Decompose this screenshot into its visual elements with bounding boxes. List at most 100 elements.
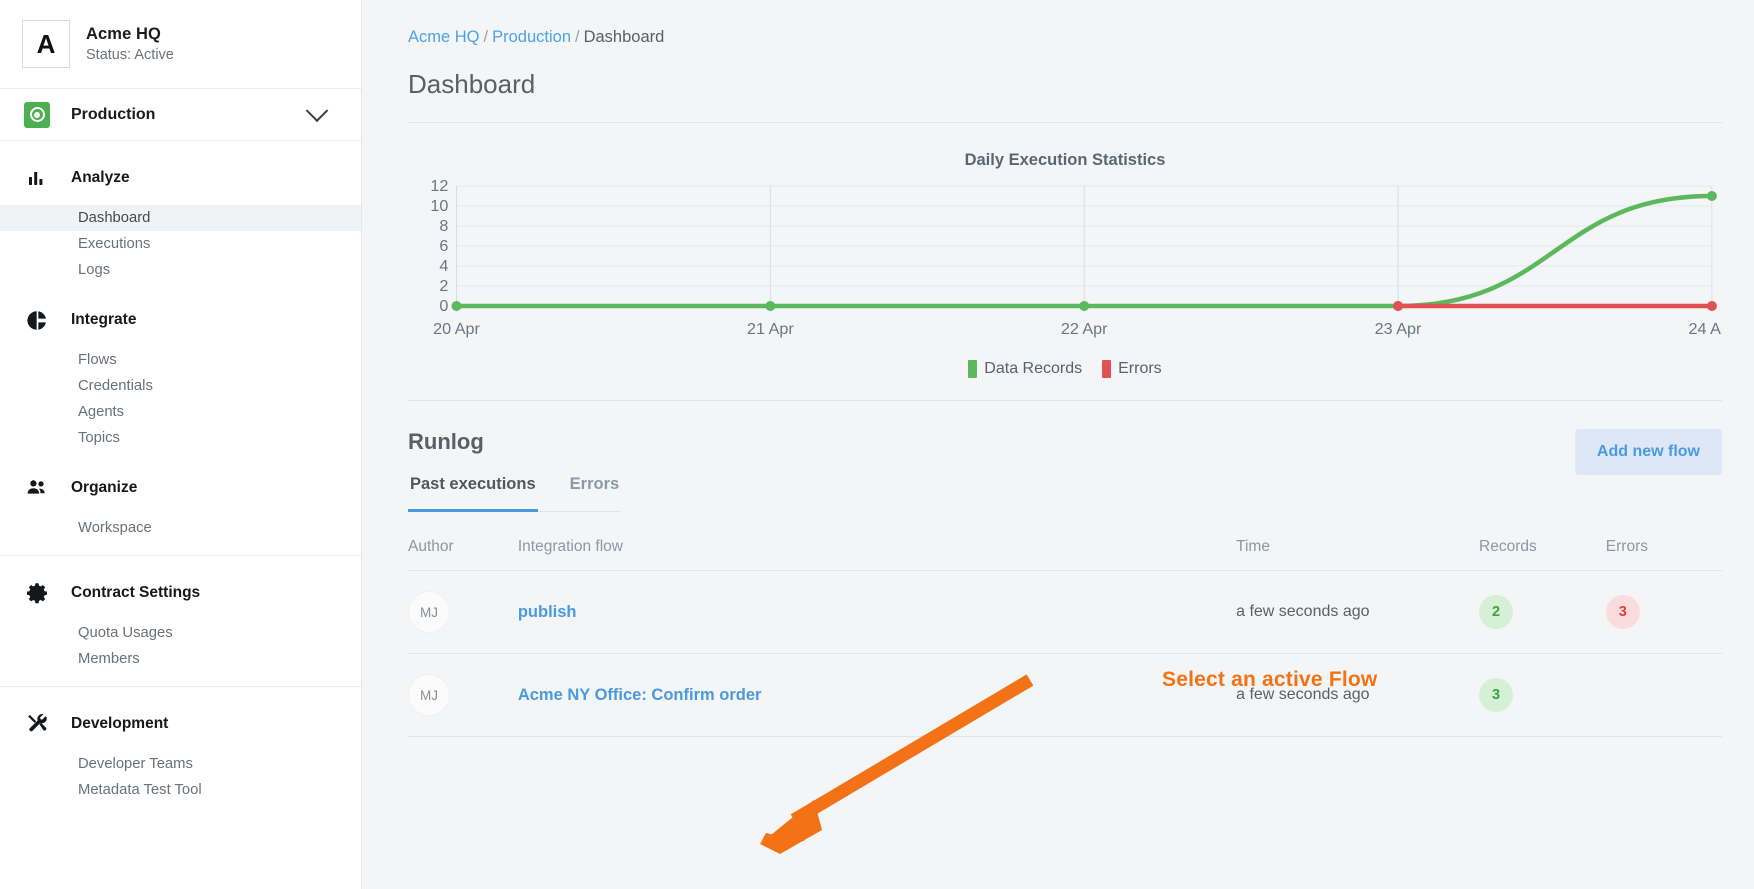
legend-item-data-records: Data Records bbox=[968, 360, 1082, 378]
chevron-down-icon[interactable] bbox=[305, 98, 329, 122]
legend-swatch-green bbox=[968, 360, 978, 378]
nav-group-label: Integrate bbox=[71, 311, 137, 328]
nav-group-label: Analyze bbox=[71, 169, 130, 186]
breadcrumb: Acme HQ / Production / Dashboard bbox=[408, 28, 1722, 47]
nav-group-development[interactable]: Development bbox=[0, 705, 361, 743]
sidebar-item-logs[interactable]: Logs bbox=[0, 257, 361, 283]
y-axis-tick: 12 bbox=[430, 178, 448, 195]
bar-chart-icon bbox=[24, 165, 50, 191]
sidebar-item-executions[interactable]: Executions bbox=[0, 231, 361, 257]
chart-plot-area: 0 2 4 6 8 10 12 20 Apr 21 Apr 22 Apr 23 Apr 24 Apr bbox=[408, 177, 1735, 348]
y-axis-tick: 0 bbox=[439, 297, 448, 315]
legend-label: Data Records bbox=[984, 360, 1083, 377]
chart-legend: Data Records Errors bbox=[408, 360, 1722, 378]
breadcrumb-item-acme-hq[interactable]: Acme HQ bbox=[408, 28, 480, 46]
table-header-row: Author Integration flow Time Records Err… bbox=[408, 538, 1722, 571]
column-header-time: Time bbox=[1236, 538, 1480, 571]
errors-badge: 3 bbox=[1605, 595, 1640, 629]
chart-data-point bbox=[1706, 191, 1717, 201]
column-header-records: Records bbox=[1479, 538, 1606, 571]
y-axis-tick: 10 bbox=[430, 197, 448, 215]
chart-data-point bbox=[451, 301, 462, 311]
nav-group-contract-settings[interactable]: Contract Settings bbox=[0, 574, 361, 612]
sidebar-item-topics[interactable]: Topics bbox=[0, 425, 361, 451]
add-new-flow-button[interactable]: Add new flow bbox=[1574, 429, 1722, 475]
flow-link-acme-ny-office-confirm-order[interactable]: Acme NY Office: Confirm order bbox=[518, 686, 762, 704]
table-header: Author Integration flow Time Records Err… bbox=[408, 538, 1722, 571]
sidebar-item-quota-usages[interactable]: Quota Usages bbox=[0, 620, 361, 646]
daily-execution-chart: Daily Execution Statistics 0 2 4 6 8 10 12 20 A… bbox=[408, 123, 1736, 400]
org-status: Status: Active bbox=[86, 47, 174, 63]
flow-link-publish[interactable]: publish bbox=[518, 603, 577, 621]
runlog-section: Runlog Past executions Errors Add new fl… bbox=[408, 401, 1722, 737]
sidebar-item-credentials[interactable]: Credentials bbox=[0, 373, 361, 399]
column-header-errors: Errors bbox=[1605, 538, 1722, 571]
breadcrumb-item-dashboard: Dashboard bbox=[583, 28, 665, 46]
nav-group-integrate[interactable]: Integrate bbox=[0, 301, 361, 339]
sidebar: A Acme HQ Status: Active Production Anal… bbox=[0, 0, 362, 889]
x-axis-tick: 20 Apr bbox=[433, 320, 480, 338]
table-body: MJ publish a few seconds ago 2 3 MJ Acme… bbox=[408, 570, 1722, 737]
tab-past-executions[interactable]: Past executions bbox=[408, 469, 538, 512]
table-row[interactable]: MJ publish a few seconds ago 2 3 bbox=[408, 570, 1722, 654]
nav-group-analyze[interactable]: Analyze bbox=[0, 159, 361, 197]
people-icon bbox=[24, 475, 50, 501]
column-header-author: Author bbox=[408, 538, 518, 571]
y-axis-tick: 8 bbox=[439, 217, 448, 235]
org-header[interactable]: A Acme HQ Status: Active bbox=[0, 0, 361, 89]
nav-section-development: Development Developer Teams Metadata Tes… bbox=[0, 686, 361, 817]
cell-errors: 3 bbox=[1605, 570, 1722, 654]
y-axis-tick: 4 bbox=[439, 257, 448, 275]
sidebar-item-workspace[interactable]: Workspace bbox=[0, 515, 361, 541]
sidebar-item-metadata-test-tool[interactable]: Metadata Test Tool bbox=[0, 777, 361, 803]
org-name: Acme HQ bbox=[86, 25, 161, 43]
nav-group-organize[interactable]: Organize bbox=[0, 469, 361, 507]
sidebar-item-developer-teams[interactable]: Developer Teams bbox=[0, 751, 361, 777]
column-header-integration-flow: Integration flow bbox=[517, 538, 1237, 571]
breadcrumb-separator: / bbox=[575, 28, 580, 46]
main-content: Acme HQ / Production / Dashboard Dashboard D… bbox=[362, 0, 1754, 889]
environment-selector[interactable]: Production bbox=[0, 89, 361, 141]
breadcrumb-separator: / bbox=[483, 28, 489, 46]
nav-section-integrate: Integrate Flows Credentials Agents Topic… bbox=[0, 297, 361, 465]
avatar: MJ bbox=[408, 674, 450, 716]
cell-integration-flow: Acme NY Office: Confirm order bbox=[517, 653, 1237, 737]
pie-chart-icon bbox=[24, 307, 50, 333]
sidebar-item-agents[interactable]: Agents bbox=[0, 399, 361, 425]
cell-author: MJ bbox=[408, 570, 518, 654]
cell-time: a few seconds ago bbox=[1236, 570, 1480, 654]
y-axis-tick: 6 bbox=[439, 237, 448, 255]
tools-icon bbox=[24, 711, 50, 737]
chart-data-point bbox=[1392, 301, 1404, 311]
nav-section-analyze: Analyze Dashboard Executions Logs bbox=[0, 141, 361, 297]
sidebar-item-flows[interactable]: Flows bbox=[0, 347, 361, 373]
runlog-title: Runlog bbox=[408, 429, 484, 454]
chart-data-point bbox=[1079, 301, 1090, 311]
page-title: Dashboard bbox=[408, 69, 536, 99]
cell-records: 2 bbox=[1479, 570, 1606, 654]
nav-section-contract-settings: Contract Settings Quota Usages Members bbox=[0, 555, 361, 686]
cell-time: a few seconds ago bbox=[1236, 653, 1480, 737]
org-logo-initial: A bbox=[36, 28, 56, 59]
tab-errors[interactable]: Errors bbox=[568, 469, 622, 512]
records-badge: 3 bbox=[1479, 678, 1514, 712]
cell-integration-flow: publish bbox=[517, 570, 1237, 654]
sidebar-item-members[interactable]: Members bbox=[0, 646, 361, 672]
y-axis-tick: 2 bbox=[439, 277, 448, 295]
legend-label: Errors bbox=[1118, 360, 1162, 377]
records-badge: 2 bbox=[1479, 595, 1514, 629]
x-axis-tick: 23 Apr bbox=[1375, 320, 1422, 338]
cell-errors bbox=[1605, 653, 1722, 737]
environment-target-icon bbox=[24, 101, 50, 128]
nav-group-label: Development bbox=[71, 715, 169, 732]
breadcrumb-item-production[interactable]: Production bbox=[492, 28, 571, 46]
nav-group-label: Organize bbox=[71, 479, 138, 496]
app-root: A Acme HQ Status: Active Production Anal… bbox=[0, 0, 1754, 889]
table-row[interactable]: MJ Acme NY Office: Confirm order a few s… bbox=[408, 653, 1722, 737]
x-axis-tick: 21 Apr bbox=[747, 320, 794, 338]
runlog-table: Author Integration flow Time Records Err… bbox=[408, 538, 1722, 737]
sidebar-item-dashboard[interactable]: Dashboard bbox=[0, 205, 361, 231]
cell-author: MJ bbox=[408, 653, 518, 737]
runlog-tabs: Past executions Errors bbox=[408, 469, 622, 512]
nav-section-organize: Organize Workspace bbox=[0, 465, 361, 555]
